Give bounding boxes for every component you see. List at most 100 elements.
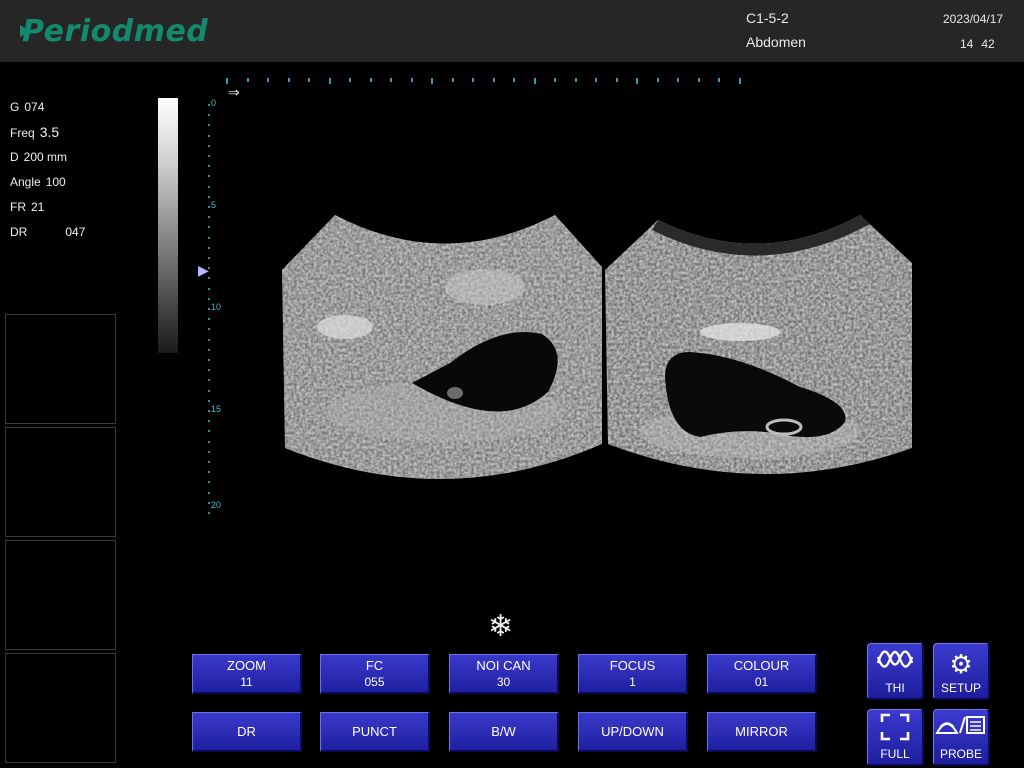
gear-icon: ⚙ — [949, 649, 973, 679]
fc-button[interactable]: FC 055 — [320, 654, 430, 694]
param-key: G — [10, 100, 20, 114]
depth-tick — [208, 195, 210, 198]
depth-tick — [208, 216, 210, 219]
lateral-tick — [677, 78, 679, 82]
right-frame — [605, 215, 912, 475]
button-label: PROBE — [939, 747, 982, 761]
thumbnail-slot-2[interactable] — [5, 427, 116, 537]
depth-tick — [208, 318, 210, 321]
param-key: Angle — [10, 175, 41, 189]
param-value: 100 — [45, 175, 66, 189]
lateral-tick — [308, 78, 310, 82]
depth-tick — [208, 328, 210, 331]
left-frame — [282, 215, 602, 480]
lateral-tick — [554, 78, 556, 82]
dr-button[interactable]: DR — [192, 712, 302, 752]
depth-tick — [208, 297, 210, 300]
param-depth: D 200 mm — [10, 148, 85, 173]
grayscale-bar — [158, 98, 178, 353]
button-label: NOI CAN — [476, 658, 531, 673]
button-label: FULL — [880, 747, 910, 761]
param-key: Freq — [10, 126, 35, 140]
probe-model: C1-5-2 — [746, 10, 789, 26]
time-display: 14 42 — [960, 37, 1003, 51]
exam-preset: Abdomen — [746, 34, 806, 50]
lateral-tick — [492, 78, 495, 82]
depth-tick — [208, 379, 210, 382]
depth-tick — [208, 236, 210, 239]
full-screen-button[interactable]: FULL — [867, 709, 924, 766]
lateral-tick — [697, 78, 700, 82]
depth-tick — [208, 512, 210, 514]
lateral-tick — [472, 78, 474, 82]
focus-button[interactable]: FOCUS 1 — [578, 654, 688, 694]
depth-tick — [208, 206, 210, 208]
param-value: 200 mm — [23, 150, 68, 164]
depth-tick — [208, 165, 210, 168]
button-value: 1 — [629, 675, 636, 689]
probe-button[interactable]: PROBE — [933, 709, 990, 766]
zoom-button[interactable]: ZOOM 11 — [192, 654, 302, 694]
depth-tick — [208, 185, 210, 188]
ultrasound-image[interactable] — [280, 212, 920, 487]
depth-tick — [208, 369, 210, 372]
param-gain: G 074 — [10, 98, 85, 123]
depth-tick — [208, 430, 210, 433]
bw-button[interactable]: B/W — [449, 712, 559, 752]
depth-tick — [208, 226, 210, 229]
lateral-tick — [513, 78, 515, 82]
depth-tick — [208, 481, 210, 484]
lateral-tick — [246, 78, 249, 82]
depth-tick — [208, 348, 210, 351]
depth-tick — [208, 308, 210, 310]
param-frame-rate: FR 21 — [10, 198, 85, 223]
lateral-tick — [595, 78, 597, 82]
noise-cancel-button[interactable]: NOI CAN 30 — [449, 654, 559, 694]
param-value: 047 — [65, 225, 86, 239]
param-dynamic-range: DR 047 — [10, 223, 85, 248]
param-frequency: Freq 3.5 — [10, 123, 85, 148]
probe-icon — [934, 713, 988, 747]
depth-tick — [208, 287, 210, 290]
button-value: 11 — [240, 675, 253, 689]
thi-button[interactable]: THI — [867, 643, 924, 700]
param-key: FR — [10, 200, 26, 214]
thumbnail-slot-3[interactable] — [5, 540, 116, 650]
button-value: 30 — [496, 675, 511, 689]
lateral-tick — [615, 78, 618, 82]
depth-tick — [208, 124, 210, 127]
lateral-tick — [287, 78, 290, 82]
logo-triangle-icon — [20, 25, 30, 37]
puncture-button[interactable]: PUNCT — [320, 712, 430, 752]
button-label: SETUP — [940, 681, 981, 695]
up-down-button[interactable]: UP/DOWN — [578, 712, 688, 752]
thumbnail-slot-1[interactable] — [5, 314, 116, 424]
button-label: ZOOM — [227, 658, 266, 673]
lateral-tick — [656, 78, 659, 82]
colour-button[interactable]: COLOUR 01 — [707, 654, 817, 694]
setup-button[interactable]: ⚙ SETUP — [933, 643, 990, 700]
depth-tick — [208, 144, 210, 147]
button-label: COLOUR — [733, 658, 790, 673]
mirror-button[interactable]: MIRROR — [707, 712, 817, 752]
depth-tick — [208, 277, 210, 280]
depth-tick — [208, 389, 210, 392]
periodmed-logo: Periodmed — [20, 12, 208, 52]
depth-tick — [208, 114, 210, 117]
depth-tick — [208, 399, 210, 402]
lateral-tick — [267, 78, 269, 82]
button-value: 055 — [364, 675, 385, 689]
lateral-tick — [738, 78, 741, 84]
depth-tick — [208, 338, 210, 341]
thumbnail-slot-4[interactable] — [5, 653, 116, 763]
time-hour: 14 — [960, 37, 974, 51]
time-minute: 42 — [981, 37, 995, 51]
depth-tick — [208, 246, 210, 249]
imaging-parameters: G 074 Freq 3.5 D 200 mm Angle 100 FR 21 DR 047 — [10, 98, 85, 248]
param-angle: Angle 100 — [10, 173, 85, 198]
lateral-tick — [431, 78, 433, 84]
date-display: 2023/04/17 — [943, 12, 1004, 26]
depth-scale: 0 5 10 15 20 — [206, 98, 236, 518]
lateral-tick — [718, 78, 720, 82]
depth-label: 0 — [211, 98, 217, 108]
